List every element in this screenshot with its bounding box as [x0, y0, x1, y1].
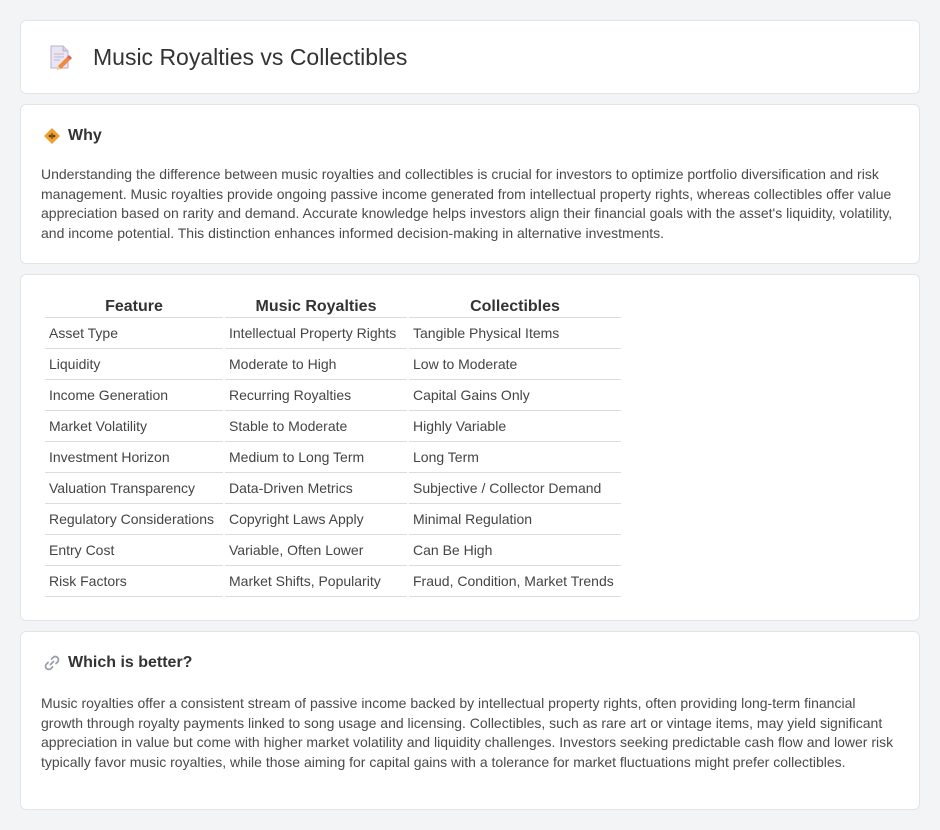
- document-pencil-icon: [50, 45, 72, 70]
- table-row: Entry Cost Variable, Often Lower Can Be …: [45, 535, 621, 566]
- better-title: Which is better?: [68, 654, 193, 671]
- table-cell: Medium to Long Term: [225, 442, 407, 473]
- table-cell: Long Term: [409, 442, 621, 473]
- why-text: Understanding the difference between mus…: [41, 166, 893, 241]
- comparison-table: Feature Music Royalties Collectibles Ass…: [43, 296, 623, 597]
- table-cell: Investment Horizon: [45, 442, 223, 473]
- column-header-feature: Feature: [45, 296, 223, 318]
- column-header-collectibles: Collectibles: [409, 296, 621, 318]
- title-card: Music Royalties vs Collectibles: [20, 20, 920, 94]
- table-cell: Minimal Regulation: [409, 504, 621, 535]
- table-cell: Recurring Royalties: [225, 380, 407, 411]
- table-cell: Tangible Physical Items: [409, 318, 621, 349]
- table-cell: Data-Driven Metrics: [225, 473, 407, 504]
- table-cell: Risk Factors: [45, 566, 223, 597]
- why-section: Why Understanding the difference between…: [20, 104, 920, 264]
- diamond-icon: [44, 128, 60, 144]
- table-cell: Can Be High: [409, 535, 621, 566]
- comparison-section: Feature Music Royalties Collectibles Ass…: [20, 274, 920, 621]
- table-cell: Low to Moderate: [409, 349, 621, 380]
- table-cell: Intellectual Property Rights: [225, 318, 407, 349]
- which-is-better-section: Which is better? Music royalties offer a…: [20, 631, 920, 810]
- table-cell: Income Generation: [45, 380, 223, 411]
- page-title: Music Royalties vs Collectibles: [93, 43, 408, 70]
- table-row: Valuation Transparency Data-Driven Metri…: [45, 473, 621, 504]
- table-row: Market Volatility Stable to Moderate Hig…: [45, 411, 621, 442]
- table-cell: Capital Gains Only: [409, 380, 621, 411]
- table-cell: Stable to Moderate: [225, 411, 407, 442]
- table-cell: Market Shifts, Popularity: [225, 566, 407, 597]
- why-title: Why: [68, 127, 102, 144]
- table-cell: Market Volatility: [45, 411, 223, 442]
- table-cell: Highly Variable: [409, 411, 621, 442]
- table-cell: Fraud, Condition, Market Trends: [409, 566, 621, 597]
- table-row: Investment Horizon Medium to Long Term L…: [45, 442, 621, 473]
- table-row: Regulatory Considerations Copyright Laws…: [45, 504, 621, 535]
- link-icon: [44, 655, 60, 671]
- table-cell: Asset Type: [45, 318, 223, 349]
- table-cell: Moderate to High: [225, 349, 407, 380]
- table-cell: Valuation Transparency: [45, 473, 223, 504]
- table-cell: Regulatory Considerations: [45, 504, 223, 535]
- table-cell: Copyright Laws Apply: [225, 504, 407, 535]
- column-header-music-royalties: Music Royalties: [225, 296, 407, 318]
- better-heading: Which is better?: [43, 654, 192, 672]
- table-row: Liquidity Moderate to High Low to Modera…: [45, 349, 621, 380]
- table-header-row: Feature Music Royalties Collectibles: [45, 296, 621, 318]
- table-row: Asset Type Intellectual Property Rights …: [45, 318, 621, 349]
- table-cell: Entry Cost: [45, 535, 223, 566]
- better-text: Music royalties offer a consistent strea…: [41, 695, 894, 770]
- table-cell: Liquidity: [45, 349, 223, 380]
- why-heading: Why: [43, 127, 102, 145]
- title-row: Music Royalties vs Collectibles: [47, 43, 407, 71]
- table-row: Risk Factors Market Shifts, Popularity F…: [45, 566, 621, 597]
- table-row: Income Generation Recurring Royalties Ca…: [45, 380, 621, 411]
- table-cell: Subjective / Collector Demand: [409, 473, 621, 504]
- table-cell: Variable, Often Lower: [225, 535, 407, 566]
